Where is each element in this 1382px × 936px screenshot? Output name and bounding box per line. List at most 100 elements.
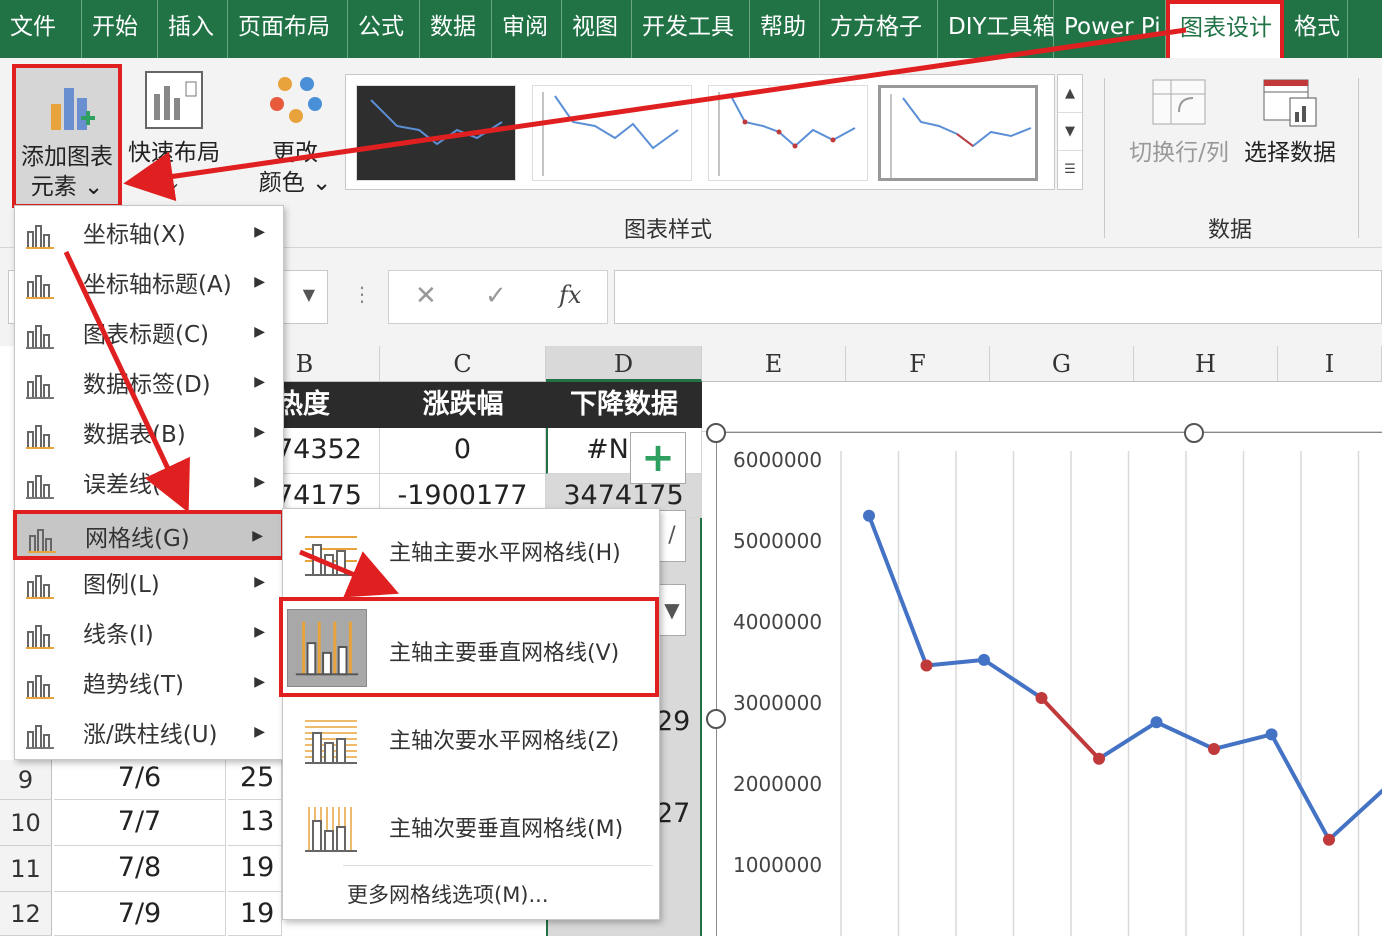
data-point[interactable] <box>978 653 990 666</box>
submenu-primary-minor-horizontal[interactable]: 主轴次要水平网格线(Z) <box>283 697 659 785</box>
partial-cell-27[interactable]: 27 <box>656 798 690 829</box>
cell-b-row12[interactable]: 19 <box>228 892 282 936</box>
y-tick-label: 4000000 <box>733 610 822 634</box>
more-gridline-options[interactable]: 更多网格线选项(M)... <box>347 879 549 909</box>
column-header-h[interactable]: H <box>1134 346 1278 382</box>
confirm-formula-icon[interactable]: ✓ <box>485 281 507 311</box>
submenu-label-minor-vertical: 主轴次要垂直网格线(M) <box>389 817 624 842</box>
gallery-scroll[interactable]: ▲ ▼ ☰ <box>1057 74 1083 190</box>
cell-a-row11[interactable]: 7/8 <box>54 846 226 892</box>
chart-resize-handle-top-left[interactable] <box>706 423 726 443</box>
data-point[interactable] <box>1208 742 1220 755</box>
cell-c-row1[interactable]: 0 <box>380 428 546 474</box>
chart-resize-handle-top-middle[interactable] <box>1184 423 1204 443</box>
tab-5[interactable]: 数据 <box>420 0 492 58</box>
submenu-primary-minor-vertical[interactable]: 主轴次要垂直网格线(M) <box>283 785 659 873</box>
menu-item-label-0: 坐标轴(X) <box>83 222 186 248</box>
tab-10[interactable]: 方方格子 <box>820 0 938 58</box>
tab-14[interactable]: 格式 <box>1284 0 1348 58</box>
chart-style-thumb-4[interactable] <box>878 85 1038 181</box>
data-point[interactable] <box>1265 728 1278 741</box>
cancel-formula-icon[interactable]: ✕ <box>415 281 437 311</box>
gallery-up-icon[interactable]: ▲ <box>1058 75 1082 113</box>
row-header-11[interactable]: 11 <box>0 846 52 892</box>
header-cell-change[interactable]: 涨跌幅 <box>380 382 546 428</box>
tab-9[interactable]: 帮助 <box>750 0 820 58</box>
switch-row-column-button[interactable]: 切换行/列 <box>1124 72 1234 192</box>
switch-row-column-icon <box>1152 79 1206 125</box>
data-point[interactable] <box>1035 691 1048 704</box>
tab-13[interactable]: 图表设计 <box>1166 0 1284 58</box>
column-header-g[interactable]: G <box>990 346 1134 382</box>
tab-12[interactable]: Power Pi <box>1054 0 1166 58</box>
tab-4[interactable]: 公式 <box>348 0 420 58</box>
quick-layout-button[interactable]: 快速布局 ⌄ <box>124 68 224 208</box>
gallery-more-icon[interactable]: ☰ <box>1058 151 1082 189</box>
tab-1[interactable]: 开始 <box>82 0 158 58</box>
menu-item-0[interactable]: 坐标轴(X) ▶ <box>15 210 283 260</box>
chart-style-thumb-3[interactable] <box>708 85 868 181</box>
menu-item-1[interactable]: 坐标轴标题(A) ▶ <box>15 260 283 310</box>
partial-cell-29[interactable]: 29 <box>656 706 690 737</box>
data-point[interactable] <box>1150 716 1163 729</box>
column-header-c[interactable]: C <box>380 346 546 382</box>
tab-11[interactable]: DIY工具箱 <box>938 0 1054 58</box>
row-header-10[interactable]: 10 <box>0 800 52 846</box>
cell-a-row10[interactable]: 7/7 <box>54 800 226 846</box>
cell-a-row9[interactable]: 7/6 <box>54 760 226 800</box>
row-header-9[interactable]: 9 <box>0 760 52 800</box>
menu-item-2[interactable]: 图表标题(C) ▶ <box>15 310 283 360</box>
menu-item-4[interactable]: 数据表(B) ▶ <box>15 410 283 460</box>
add-chart-element-button[interactable]: 添加图表 元素 ⌄ <box>12 64 122 208</box>
data-point[interactable] <box>920 659 933 672</box>
menu-item-label-4: 数据表(B) <box>83 422 186 448</box>
submenu-primary-major-horizontal[interactable]: 主轴主要水平网格线(H) <box>283 509 659 597</box>
menu-item-icon-10 <box>26 725 54 749</box>
menu-item-8[interactable]: 线条(I) ▶ <box>15 610 283 660</box>
chart-style-thumb-2[interactable] <box>532 85 692 181</box>
change-colors-button[interactable]: 更改 颜色 ⌄ <box>250 68 340 208</box>
tab-2[interactable]: 插入 <box>158 0 228 58</box>
submenu-arrow-icon: ▶ <box>254 324 265 340</box>
tab-6[interactable]: 审阅 <box>492 0 562 58</box>
row-header-12[interactable]: 12 <box>0 892 52 936</box>
menu-item-9[interactable]: 趋势线(T) ▶ <box>15 660 283 710</box>
menu-item-10[interactable]: 涨/跌柱线(U) ▶ <box>15 710 283 760</box>
cell-a-row12[interactable]: 7/9 <box>54 892 226 936</box>
data-point[interactable] <box>863 509 875 522</box>
column-header-e[interactable]: E <box>702 346 846 382</box>
submenu-primary-major-vertical[interactable]: 主轴主要垂直网格线(V) <box>279 597 659 697</box>
tab-7[interactable]: 视图 <box>562 0 632 58</box>
chart-resize-handle-middle-left[interactable] <box>706 709 726 729</box>
menu-item-7[interactable]: 图例(L) ▶ <box>15 560 283 610</box>
formula-input[interactable] <box>614 270 1382 324</box>
quick-layout-caret: ⌄ <box>167 173 181 192</box>
data-point[interactable] <box>1093 752 1105 765</box>
data-point[interactable] <box>1323 833 1335 846</box>
chart-styles-brush-button[interactable]: / <box>658 510 686 562</box>
menu-item-5[interactable]: 误差线(E) ▶ <box>15 460 283 510</box>
cell-b-row11[interactable]: 19 <box>228 846 282 892</box>
column-header-f[interactable]: F <box>846 346 990 382</box>
line-chart[interactable]: 6000000 5000000 4000000 3000000 2000000 10000… <box>716 432 1382 936</box>
column-header-d[interactable]: D <box>546 346 702 382</box>
column-header-i[interactable]: I <box>1278 346 1382 382</box>
submenu-arrow-icon: ▶ <box>254 424 265 440</box>
chart-styles-gallery[interactable] <box>345 74 1055 190</box>
insert-function-icon[interactable]: fx <box>559 281 581 309</box>
header-cell-drop-data[interactable]: 下降数据 <box>546 382 702 428</box>
tab-3[interactable]: 页面布局 <box>228 0 348 58</box>
chart-style-thumb-1[interactable] <box>356 85 516 181</box>
chart-filter-button[interactable]: ▼ <box>658 584 686 636</box>
cell-b-row10[interactable]: 13 <box>228 800 282 846</box>
cell-b-row9[interactable]: 25 <box>228 760 282 800</box>
menu-item-3[interactable]: 数据标签(D) ▶ <box>15 360 283 410</box>
name-box-dropdown-icon[interactable]: ▼ <box>303 285 315 304</box>
chart-elements-plus-button[interactable]: + <box>630 432 686 484</box>
tab-8[interactable]: 开发工具 <box>632 0 750 58</box>
menu-item-6[interactable]: 网格线(G) ▶ <box>13 510 285 560</box>
select-data-button[interactable]: 选择数据 <box>1240 72 1340 192</box>
tab-0[interactable]: 文件 <box>0 0 82 58</box>
menu-item-label-2: 图表标题(C) <box>83 322 210 348</box>
gallery-down-icon[interactable]: ▼ <box>1058 113 1082 151</box>
